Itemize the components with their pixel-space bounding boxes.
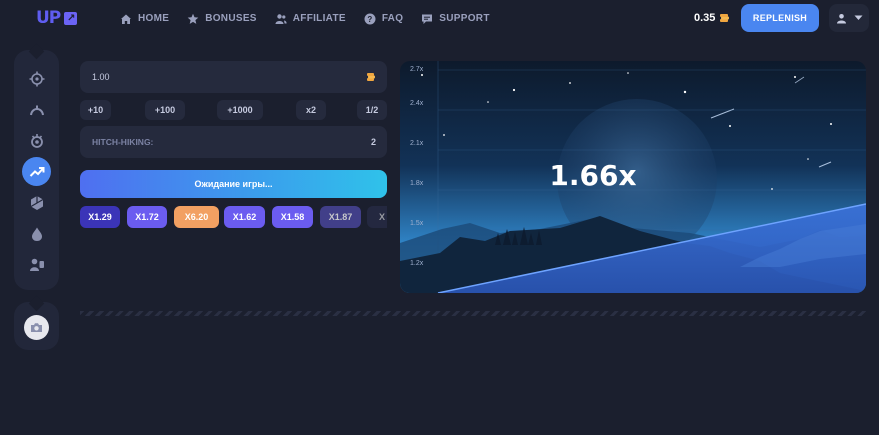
user-icon	[836, 13, 846, 23]
camera-button[interactable]	[24, 315, 49, 340]
sidebar-item-arc[interactable]	[22, 95, 51, 124]
multiplier-display: 1.66x	[400, 61, 866, 293]
hitch-hiking-field[interactable]: HITCH-HIKING: 2	[80, 126, 387, 158]
users-icon	[275, 13, 287, 24]
hitch-hiking-label: HITCH-HIKING:	[92, 137, 154, 147]
history-chip[interactable]: X	[367, 206, 387, 228]
quick-add-100-button[interactable]: +100	[145, 100, 185, 120]
double-bet-button[interactable]: x2	[296, 100, 326, 120]
balance-value: 0.35	[694, 12, 716, 24]
history-chip[interactable]: X1.62	[224, 206, 265, 228]
section-divider	[80, 311, 866, 316]
logo[interactable]: UP ↗	[36, 8, 78, 28]
history-chip[interactable]: X6.20	[174, 206, 219, 228]
camera-icon	[31, 323, 42, 332]
nav-home-label: HOME	[138, 13, 170, 24]
crosshair-icon	[29, 71, 44, 86]
top-bar: UP ↗ HOME BONUSES AFFILIATE ? FAQ SUPPOR…	[0, 0, 879, 37]
waiting-game-button[interactable]: Ожидание игры...	[80, 170, 387, 198]
chat-icon	[422, 14, 433, 24]
sidebar-item-drop[interactable]	[22, 219, 51, 248]
chevron-down-icon	[854, 15, 862, 20]
hitch-hiking-value: 2	[370, 137, 376, 147]
question-icon: ?	[364, 13, 376, 24]
history-chip[interactable]: X1.29	[80, 206, 120, 228]
coins-icon	[720, 13, 730, 22]
coins-icon	[367, 73, 375, 81]
trend-up-icon	[29, 166, 44, 177]
multiplier-value: 1.66x	[549, 158, 637, 192]
nav-affiliate[interactable]: AFFILIATE	[275, 13, 346, 25]
bet-amount-field[interactable]: 1.00	[80, 61, 387, 93]
nav-faq-label: FAQ	[381, 13, 404, 24]
arc-icon	[29, 105, 44, 115]
games-sidebar	[14, 43, 59, 290]
history-chip[interactable]: X1.72	[127, 206, 167, 228]
history-chip[interactable]: X1.58	[272, 206, 313, 228]
bet-amount-value: 1.00	[92, 72, 110, 82]
history-chip[interactable]: X1.87	[320, 206, 361, 228]
balance: 0.35	[694, 12, 730, 24]
multiplier-history: X1.29 X1.72 X6.20 X1.62 X1.58 X1.87 X	[80, 206, 387, 229]
sidebar-item-crash[interactable]	[22, 157, 51, 186]
star-icon	[187, 13, 199, 24]
quick-add-10-button[interactable]: +10	[80, 100, 111, 120]
bomb-icon	[30, 133, 43, 148]
nav-bonuses-label: BONUSES	[205, 13, 257, 24]
svg-text:?: ?	[367, 15, 372, 24]
bottom-sidebar	[14, 295, 59, 350]
sidebar-item-bomb[interactable]	[22, 126, 51, 155]
nav-support-label: SUPPORT	[439, 13, 490, 24]
nav-home[interactable]: HOME	[120, 13, 169, 25]
nav-affiliate-label: AFFILIATE	[292, 13, 346, 24]
user-menu-button[interactable]	[829, 4, 869, 32]
replenish-button[interactable]: REPLENISH	[741, 4, 819, 32]
logo-text: UP	[36, 8, 61, 28]
crash-game-canvas: 2.7x 2.4x 2.1x 1.8x 1.5x 1.2x 1.66x	[400, 61, 866, 293]
hexagon-icon	[30, 195, 43, 210]
half-bet-button[interactable]: 1/2	[357, 100, 387, 120]
sidebar-bottom-notch	[28, 295, 45, 312]
main-nav: HOME BONUSES AFFILIATE ? FAQ SUPPORT	[120, 0, 508, 37]
sidebar-item-hexagon[interactable]	[22, 188, 51, 217]
drop-icon	[31, 227, 42, 241]
quick-add-1000-button[interactable]: +1000	[217, 100, 263, 120]
sidebar-notch	[28, 43, 45, 60]
nav-faq[interactable]: ? FAQ	[364, 13, 403, 25]
sidebar-item-crosshair[interactable]	[22, 64, 51, 93]
person-icon	[29, 258, 44, 271]
nav-support[interactable]: SUPPORT	[421, 13, 489, 25]
sidebar-item-person[interactable]	[22, 250, 51, 279]
nav-bonuses[interactable]: BONUSES	[187, 13, 257, 25]
logo-arrow-icon: ↗	[64, 11, 78, 25]
home-icon	[121, 14, 131, 24]
